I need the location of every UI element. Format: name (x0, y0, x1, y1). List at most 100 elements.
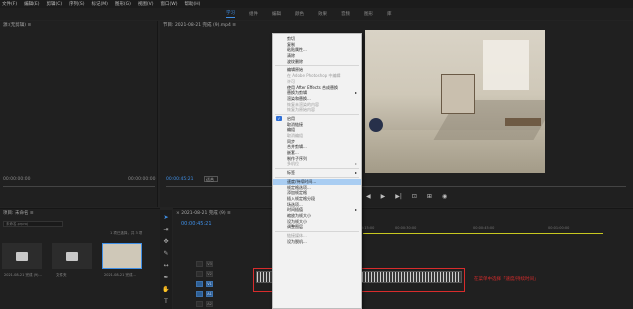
context-menu-item-label: 编辑原始 (287, 67, 303, 73)
project-item-label: 2021-08-21 完成 (9)... (4, 273, 42, 277)
workspace-tab[interactable]: 音频 (341, 11, 350, 17)
context-menu-item-label: 调整图层 (287, 224, 303, 230)
menu-item[interactable]: 帮助(H) (184, 1, 200, 7)
timeline-timecode[interactable]: 00:00:45:21 (181, 221, 212, 227)
context-menu-item[interactable]: 恢复为原始内容 (273, 107, 361, 113)
workspace-tab[interactable]: 学习 (226, 10, 235, 18)
project-panel-title[interactable]: 项目: 未命名 ≡ (0, 209, 160, 217)
menu-bar: 文件(F) 编辑(E) 剪辑(C) 序列(S) 标记(M) 图形(G) 视图(V) 窗口(W)… (0, 0, 633, 8)
timeline-title[interactable]: × 2021-08-21 完成 (9) ≡ (173, 209, 633, 217)
work-area-bar[interactable] (363, 233, 603, 234)
context-menu-item-label: 帧定格选项... (287, 184, 311, 190)
project-search-input[interactable]: 未命名.prproj (3, 221, 63, 227)
program-timecode[interactable]: 00:00:45:21 (166, 177, 193, 182)
project-panel: 项目: 未命名 ≡ 未命名.prproj 1 项已选择，共 3 项 2021-0… (0, 208, 160, 309)
context-menu-item[interactable]: 波纹删除 (273, 59, 361, 65)
source-timecode-right: 00:00:00:00 (128, 177, 156, 182)
menu-item[interactable]: 编辑(E) (24, 1, 39, 7)
context-menu-item-label: 波纹删除 (287, 58, 303, 64)
track-row: V3 (196, 259, 276, 268)
play-icon[interactable]: ▶ (381, 193, 386, 200)
track-toggle[interactable] (196, 300, 203, 307)
source-scrubber[interactable] (3, 186, 155, 187)
tools-panel: ➤ ⇥ ✥ ✎ ↔ ✒ ✋ T (160, 210, 172, 309)
fit-dropdown[interactable]: 适合 (204, 176, 218, 182)
project-item-thumb[interactable] (2, 243, 42, 269)
menu-item[interactable]: 标记(M) (92, 1, 108, 7)
step-back-icon[interactable]: ◀ (366, 193, 371, 200)
submenu-arrow-icon: ▸ (354, 170, 357, 176)
workspace-tab[interactable]: 编辑 (272, 11, 281, 17)
type-tool-icon[interactable]: T (164, 298, 168, 305)
track-row: A2 (196, 299, 276, 308)
track-label[interactable]: V1 (206, 280, 213, 287)
context-menu-item-label: 速度/持续时间... (287, 178, 317, 184)
program-scrubber[interactable] (166, 186, 626, 187)
context-menu-item-label: 合并剪辑... (287, 144, 307, 150)
menu-item[interactable]: 剪辑(C) (46, 1, 62, 7)
context-menu-item-label: 时间插值 (287, 207, 303, 213)
context-menu-item-label: 在 Adobe Photoshop 中编辑 (287, 73, 341, 79)
project-item-thumb[interactable] (52, 243, 92, 269)
source-panel-title[interactable]: 源:(无剪辑) ≡ (0, 21, 157, 29)
menu-item[interactable]: 图形(G) (115, 1, 131, 7)
program-video-frame (365, 30, 545, 173)
context-menu-item-label: 取消编组 (287, 133, 303, 138)
export-frame-icon[interactable]: ◉ (442, 193, 447, 200)
context-menu-item-label: 标签 (287, 170, 295, 176)
menu-separator (275, 113, 359, 115)
menu-item[interactable]: 视图(V) (138, 1, 154, 7)
slip-tool-icon[interactable]: ↔ (163, 262, 168, 269)
context-menu-item-label: 嵌套... (287, 150, 299, 156)
track-label[interactable]: V2 (206, 270, 213, 277)
workspace-tab[interactable]: 图形 (364, 11, 373, 17)
folder-icon (16, 251, 28, 261)
project-item-video-thumb[interactable] (102, 243, 142, 269)
workspace-tabs: 学习 组件 编辑 颜色 效果 音频 图形 库 (0, 8, 633, 20)
menu-item[interactable]: 窗口(W) (161, 1, 178, 7)
track-target[interactable] (196, 280, 203, 287)
folder-icon (66, 251, 78, 261)
menu-item[interactable]: 文件(F) (2, 1, 17, 7)
ruler-tick: 00:00:45:00 (473, 226, 495, 230)
project-item-count: 1 项已选择，共 3 项 (110, 231, 143, 235)
project-item-label: 文件夹 (56, 273, 67, 277)
context-menu-item[interactable]: 标签 ▸ (273, 170, 361, 176)
hand-tool-icon[interactable]: ✋ (162, 286, 169, 293)
submenu-arrow-icon: ▸ (354, 161, 357, 167)
track-select-icon[interactable]: ⇥ (163, 226, 168, 233)
track-label[interactable]: A2 (206, 300, 213, 307)
track-toggle[interactable] (196, 270, 203, 277)
context-menu-item-label: 粘贴属性... (287, 47, 307, 53)
pen-tool-icon[interactable]: ✒ (163, 274, 168, 281)
source-timecode-left: 00:00:00:00 (3, 177, 31, 182)
project-item-label: 2021-08-21 完成... (104, 273, 136, 277)
context-menu-item[interactable]: 多机位 ▸ (273, 161, 361, 167)
context-menu-item-label: 替换为剪辑 (287, 90, 307, 96)
context-menu-item-label: 复制 (287, 41, 295, 47)
context-menu-item-label: 启用 (287, 115, 295, 121)
track-label[interactable]: A1 (206, 290, 213, 297)
timeline-panel: × 2021-08-21 完成 (9) ≡ 00:00:45:21 00:00:… (173, 208, 633, 309)
track-toggle[interactable] (196, 260, 203, 267)
menu-separator (275, 176, 359, 178)
program-panel-title[interactable]: 节目: 2021-08-21 完成 (9).mp4 ≡ (160, 21, 633, 29)
context-menu-item[interactable]: 调整图层 (273, 224, 361, 230)
context-menu-item-label: 场选项... (287, 201, 303, 207)
selection-tool-icon[interactable]: ➤ (163, 214, 168, 221)
ripple-edit-icon[interactable]: ✥ (163, 238, 168, 245)
workspace-tab[interactable]: 颜色 (295, 11, 304, 17)
context-menu-item-label: 许可 (287, 78, 295, 84)
context-menu-item-label: 清除 (287, 53, 295, 59)
workspace-tab[interactable]: 效果 (318, 11, 327, 17)
lift-icon[interactable]: ⊡ (412, 193, 417, 200)
step-forward-icon[interactable]: ▶| (395, 193, 402, 200)
track-label[interactable]: V3 (206, 260, 213, 267)
razor-tool-icon[interactable]: ✎ (163, 250, 168, 257)
workspace-tab[interactable]: 库 (387, 11, 392, 17)
track-target[interactable] (196, 290, 203, 297)
extract-icon[interactable]: ⊞ (427, 193, 432, 200)
menu-item[interactable]: 序列(S) (69, 1, 84, 7)
context-menu-item[interactable]: 设为脱机... (273, 239, 361, 245)
workspace-tab[interactable]: 组件 (249, 11, 258, 17)
